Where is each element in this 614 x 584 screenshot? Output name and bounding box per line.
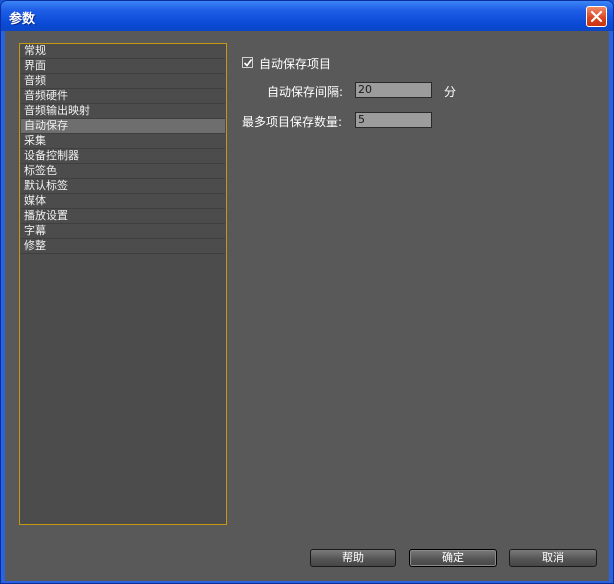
help-button[interactable]: 帮助 bbox=[310, 549, 396, 567]
dialog-body: 常规 界面 音频 音频硬件 音频输出映射 自动保存 采集 设备控制器 标签色 默… bbox=[5, 31, 609, 581]
sidebar-item-media[interactable]: 媒体 bbox=[21, 194, 225, 209]
cancel-button[interactable]: 取消 bbox=[509, 549, 597, 567]
close-button[interactable] bbox=[586, 6, 607, 27]
sidebar-item-audio[interactable]: 音频 bbox=[21, 74, 225, 89]
sidebar-item-general[interactable]: 常规 bbox=[21, 44, 225, 59]
title-bar[interactable]: 参数 bbox=[1, 1, 613, 31]
max-versions-input[interactable]: 5 bbox=[355, 112, 432, 128]
sidebar-item-audio-output-mapping[interactable]: 音频输出映射 bbox=[21, 104, 225, 119]
sidebar-item-device-control[interactable]: 设备控制器 bbox=[21, 149, 225, 164]
autosave-enable-label[interactable]: 自动保存项目 bbox=[259, 55, 331, 72]
ok-button[interactable]: 确定 bbox=[409, 549, 497, 567]
sidebar-item-label-defaults[interactable]: 默认标签 bbox=[21, 179, 225, 194]
sidebar-item-titles[interactable]: 字幕 bbox=[21, 224, 225, 239]
sidebar-item-autosave[interactable]: 自动保存 bbox=[21, 119, 225, 134]
close-icon bbox=[590, 10, 603, 23]
sidebar-item-trim[interactable]: 修整 bbox=[21, 239, 225, 254]
autosave-interval-label: 自动保存间隔: bbox=[267, 85, 344, 99]
sidebar-item-capture[interactable]: 采集 bbox=[21, 134, 225, 149]
sidebar-item-audio-hardware[interactable]: 音频硬件 bbox=[21, 89, 225, 104]
preferences-window: 参数 常规 界面 音频 音频硬件 音频输出映射 自动保存 采集 设备控制器 标签… bbox=[0, 0, 614, 584]
window-title: 参数 bbox=[9, 12, 36, 27]
autosave-interval-unit: 分 bbox=[444, 85, 457, 99]
checkmark-icon bbox=[243, 59, 253, 67]
autosave-enable-checkbox[interactable] bbox=[242, 57, 253, 68]
sidebar-item-interface[interactable]: 界面 bbox=[21, 59, 225, 74]
autosave-interval-input[interactable]: 20 bbox=[355, 82, 432, 98]
sidebar-item-label-colors[interactable]: 标签色 bbox=[21, 164, 225, 179]
sidebar-item-playback[interactable]: 播放设置 bbox=[21, 209, 225, 224]
max-versions-label: 最多项目保存数量: bbox=[242, 115, 343, 129]
category-list: 常规 界面 音频 音频硬件 音频输出映射 自动保存 采集 设备控制器 标签色 默… bbox=[19, 43, 227, 525]
